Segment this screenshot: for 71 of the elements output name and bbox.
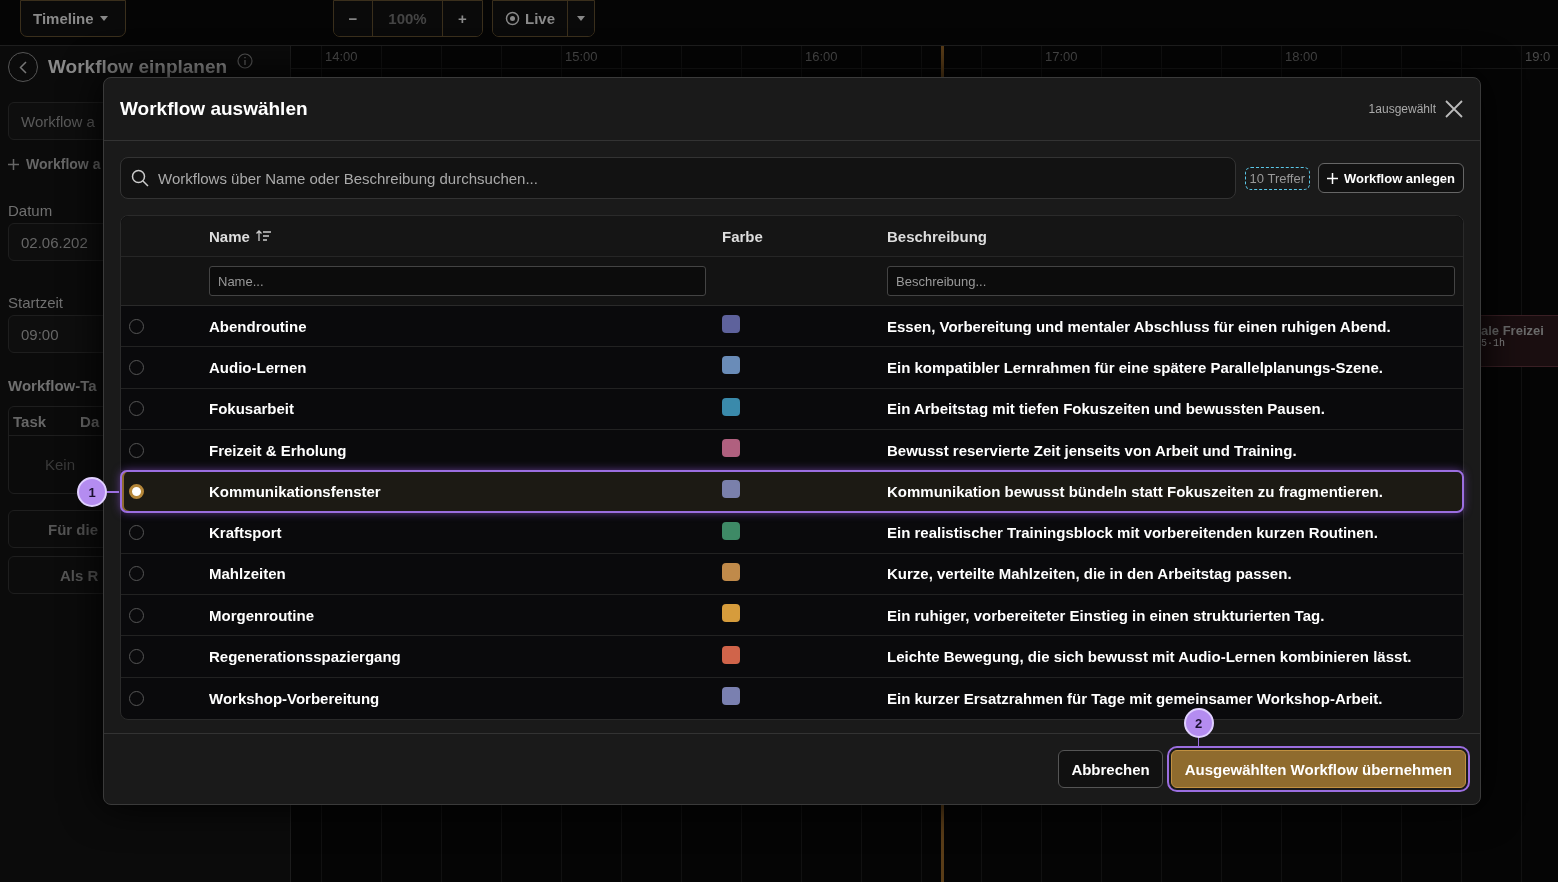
column-header[interactable]: Beschreibung (887, 227, 988, 245)
sort-icon (255, 230, 272, 242)
dialog-title: Workflow auswählen (120, 98, 308, 120)
table-cell-text: Fokusarbeit (209, 400, 296, 418)
column-header[interactable]: Farbe (722, 227, 763, 245)
table-cell-text: Ein ruhiger, vorbereiteter Einstieg in einen strukturierten Tag. (887, 606, 1326, 624)
caret-icon (99, 16, 108, 21)
selection-count: 1ausgewählt (1368, 102, 1436, 116)
table-cell-text: Ein realistischer Trainingsblock mit vorbereitenden kurzen Routinen. (887, 524, 1379, 542)
table-cell-text: Ein kompatibler Lernrahmen für eine spätere Parallelplanungs-Szene. (887, 358, 1384, 376)
cancel-button[interactable]: Abbrechen (1058, 750, 1163, 788)
view-dropdown[interactable]: Timeline (20, 0, 126, 37)
table-row[interactable]: Mahlzeiten Kurze, verteilte Mahlzeiten, die in den Arbeitstag passen. (121, 553, 1463, 596)
annotation-badge: 2 (1183, 708, 1214, 738)
result-count: 10 Treffer (1244, 166, 1310, 190)
search-icon (131, 169, 149, 187)
table-cell-text: Kommunikationsfenster (209, 482, 382, 500)
search-field[interactable]: Workflows über Name oder Beschreibung durchsuchen... (120, 157, 1236, 199)
table-cell-text: Ein kurzer Ersatzrahmen für Tage mit gemeinsamer Workshop-Arbeit. (887, 689, 1384, 707)
table-cell-text: Ein Arbeitstag mit tiefen Fokuszeiten und bewussten Pausen. (887, 400, 1326, 418)
zoom-in-button[interactable]: + (443, 1, 482, 36)
table-row[interactable]: Kraftsport Ein realistischer Trainingsblock mit vorbereitenden kurzen Routinen. (121, 512, 1463, 554)
table-cell-text: Morgenroutine (209, 606, 315, 624)
table-row[interactable]: Regenerationsspaziergang Leichte Bewegung, die sich bewusst mit Audio-Lernen kombinieren lässt. (121, 636, 1463, 678)
timeline-event[interactable]: ale Freizei 5·1h (1481, 315, 1558, 367)
table-row[interactable]: Audio-Lernen Ein kompatibler Lernrahmen für eine spätere Parallelplanungs-Szene. (121, 347, 1463, 389)
hour-label: 18:00 (1285, 49, 1318, 64)
hour-label: 14:00 (325, 49, 358, 64)
table-row[interactable]: Morgenroutine Ein ruhiger, vorbereiteter Einstieg in einen strukturierten Tag. (121, 595, 1463, 637)
table-cell-text: Essen, Vorbereitung und mentaler Abschluss für einen ruhigen Abend. (887, 317, 1392, 335)
live-button[interactable]: Live (493, 1, 568, 36)
column-header[interactable]: Name (209, 227, 272, 245)
table-cell-text: Leichte Bewegung, die sich bewusst mit Audio-Lernen kombinieren lässt. (887, 648, 1413, 665)
hour-label: 17:00 (1045, 49, 1078, 64)
table-cell-text: Bewusst reservierte Zeit jenseits von Arbeit und Training. (887, 441, 1298, 459)
table-cell-text: Abendroutine (209, 317, 308, 335)
caret-icon (577, 16, 585, 21)
target-icon (505, 11, 520, 26)
zoom-out-button[interactable]: − (334, 1, 373, 36)
panel-title: Workflow einplanen (48, 56, 228, 78)
table-cell-text: Regenerationsspaziergang (209, 648, 402, 665)
info-icon (237, 53, 254, 69)
radio-button[interactable] (129, 483, 144, 499)
table-cell-text: Audio-Lernen (209, 358, 308, 376)
close-icon (1444, 99, 1464, 119)
column-header: Da (80, 412, 100, 430)
description-filter-field[interactable]: Beschreibung... (887, 266, 1455, 296)
table-cell-text: Kurze, verteilte Mahlzeiten, die in den Arbeitstag passen. (887, 565, 1293, 583)
zoom-level: 100% (388, 10, 427, 27)
chevron-left-icon (19, 60, 27, 74)
column-header: Task (13, 412, 47, 430)
create-workflow-button[interactable]: Workflow anlegen (1318, 163, 1464, 193)
hour-label: 19:0 (1525, 49, 1551, 64)
table-row[interactable]: Fokusarbeit Ein Arbeitstag mit tiefen Fokuszeiten und bewussten Pausen. (121, 388, 1463, 430)
table-cell-text: Workshop-Vorbereitung (209, 689, 381, 707)
leader-line (107, 491, 119, 493)
table-row[interactable]: Abendroutine Essen, Vorbereitung und mentaler Abschluss für einen ruhigen Abend. (121, 306, 1463, 348)
table-cell-text: Freizeit & Erholung (209, 441, 348, 459)
table-cell-text: Kommunikation bewusst bündeln statt Fokuszeiten zu fragmentieren. (887, 482, 1384, 500)
hour-label: 16:00 (805, 49, 838, 64)
table-cell-text: Kraftsport (209, 524, 283, 542)
hour-label: 15:00 (565, 49, 598, 64)
field-label: Datum (8, 202, 54, 219)
section-title: Workflow-Ta (8, 377, 98, 394)
field-label: Startzeit (8, 294, 65, 311)
live-dropdown-button[interactable] (568, 1, 594, 36)
table-cell-text: Mahlzeiten (209, 565, 287, 583)
plus-icon (1327, 172, 1338, 184)
name-filter-field[interactable]: Name... (209, 266, 706, 296)
close-button[interactable] (1444, 99, 1464, 119)
plus-icon (8, 158, 19, 170)
